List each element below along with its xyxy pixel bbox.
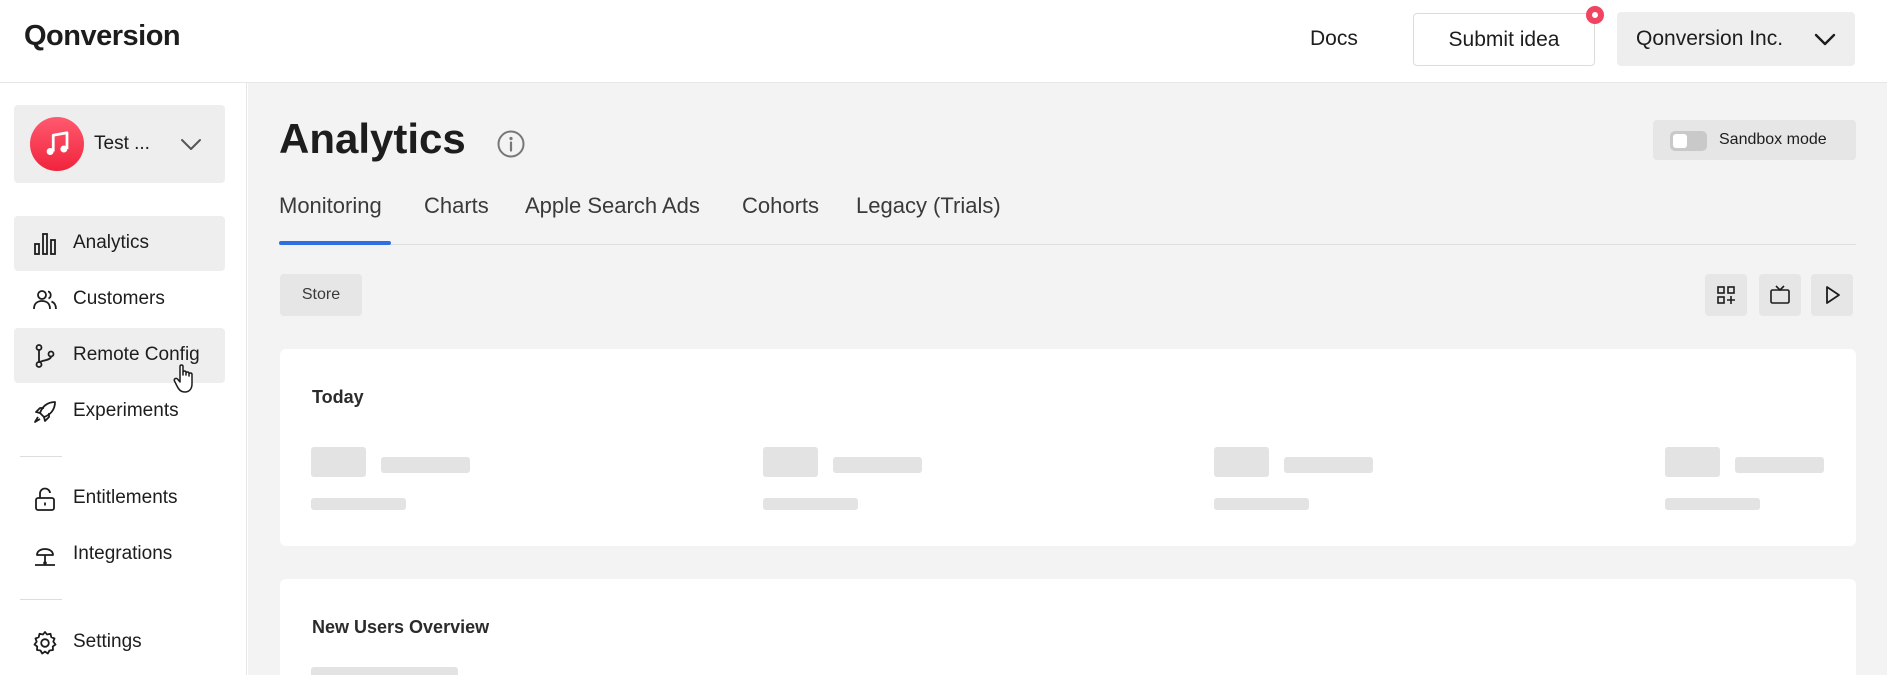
- main-content: Analytics Sandbox mode Monitoring Charts…: [248, 83, 1887, 675]
- active-tab-indicator: [279, 241, 391, 245]
- play-button[interactable]: [1811, 274, 1853, 316]
- grid-add-icon: [1717, 286, 1735, 304]
- sidebar-item-label: Entitlements: [73, 487, 178, 508]
- submit-idea-label: Submit idea: [1448, 27, 1560, 51]
- chevron-down-icon: [181, 139, 201, 150]
- submit-idea-button[interactable]: Submit idea: [1413, 13, 1595, 66]
- tab-cohorts[interactable]: Cohorts: [742, 193, 819, 219]
- music-note-icon: [46, 131, 69, 155]
- tab-charts[interactable]: Charts: [424, 193, 489, 219]
- org-dropdown[interactable]: Qonversion Inc.: [1617, 12, 1855, 66]
- skeleton-subtext: [1665, 498, 1760, 510]
- rocket-icon: [34, 401, 56, 423]
- new-users-overview-card: New Users Overview: [280, 579, 1856, 675]
- docs-link[interactable]: Docs: [1310, 27, 1358, 51]
- page-title: Analytics: [279, 115, 466, 162]
- sandbox-mode-toggle[interactable]: Sandbox mode: [1653, 120, 1856, 160]
- tv-mode-button[interactable]: [1759, 274, 1801, 316]
- tv-icon: [1770, 285, 1790, 304]
- app-name: Test ...: [94, 133, 150, 154]
- users-icon: [33, 290, 57, 310]
- info-icon[interactable]: [496, 129, 526, 159]
- skeleton-label: [1284, 457, 1373, 473]
- card-title: New Users Overview: [312, 617, 490, 637]
- sidebar-divider: [20, 599, 62, 600]
- bar-chart-icon: [34, 233, 56, 255]
- tabs-divider: [279, 244, 1856, 245]
- skeleton-label: [1735, 457, 1824, 473]
- play-icon: [1826, 286, 1840, 304]
- sidebar-item-label: Customers: [73, 288, 165, 309]
- skeleton-label: [381, 457, 470, 473]
- sidebar-item-label: Analytics: [73, 232, 150, 253]
- skeleton-label: [833, 457, 922, 473]
- sidebar-item-customers[interactable]: Customers: [14, 272, 225, 327]
- sidebar: Test ... Analytics Customers Remote Conf…: [0, 83, 247, 675]
- logo[interactable]: Qonversion: [24, 20, 181, 53]
- sidebar-item-settings[interactable]: Settings: [14, 615, 225, 670]
- sidebar-item-analytics[interactable]: Analytics: [14, 216, 225, 271]
- tab-apple-search-ads[interactable]: Apple Search Ads: [525, 193, 700, 219]
- skeleton-subtext: [1214, 498, 1309, 510]
- org-label: Qonversion Inc.: [1636, 27, 1784, 50]
- sidebar-item-label: Integrations: [73, 543, 173, 564]
- skeleton-value: [1665, 447, 1720, 477]
- sidebar-item-label: Settings: [73, 631, 142, 652]
- sandbox-mode-label: Sandbox mode: [1719, 131, 1827, 148]
- add-widget-button[interactable]: [1705, 274, 1747, 316]
- hand-cursor-icon: [173, 364, 193, 393]
- app-switcher[interactable]: Test ...: [14, 105, 225, 183]
- skeleton-subtext: [763, 498, 858, 510]
- card-title: Today: [312, 387, 364, 407]
- lock-icon: [35, 487, 55, 511]
- git-branch-icon: [35, 344, 55, 368]
- skeleton-value: [311, 447, 366, 477]
- sidebar-item-entitlements[interactable]: Entitlements: [14, 471, 225, 526]
- top-bar: Qonversion Docs Submit idea Qonversion I…: [0, 0, 1887, 83]
- tab-legacy-trials[interactable]: Legacy (Trials): [856, 193, 1001, 219]
- store-filter-button[interactable]: Store: [280, 274, 362, 316]
- gear-icon: [33, 631, 57, 655]
- app-icon: [30, 117, 84, 171]
- store-filter-label: Store: [301, 286, 341, 303]
- skeleton-subtext: [311, 498, 406, 510]
- sidebar-divider: [20, 456, 62, 457]
- chevron-down-icon: [1814, 33, 1836, 46]
- skeleton-label: [311, 667, 458, 675]
- toggle-switch[interactable]: [1670, 131, 1707, 151]
- tab-monitoring[interactable]: Monitoring: [279, 193, 382, 219]
- skeleton-value: [763, 447, 818, 477]
- today-card: Today: [280, 349, 1856, 546]
- sidebar-item-label: Experiments: [73, 400, 179, 421]
- notification-dot-icon: [1586, 6, 1604, 24]
- integration-icon: [35, 548, 55, 566]
- sidebar-item-integrations[interactable]: Integrations: [14, 527, 225, 582]
- skeleton-value: [1214, 447, 1269, 477]
